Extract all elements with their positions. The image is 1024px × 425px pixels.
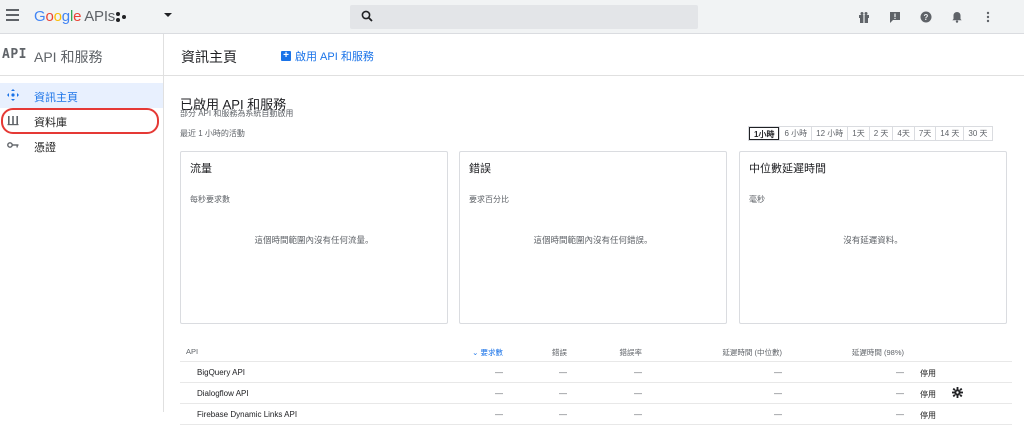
range-30d[interactable]: 30 天 <box>963 127 991 140</box>
card-empty-message: 這個時間範圍內沒有任何錯誤。 <box>533 235 653 245</box>
latency-median-value: — <box>774 389 782 398</box>
menu-icon[interactable] <box>6 9 20 23</box>
card-subtitle: 每秒要求數 <box>190 195 230 204</box>
card-subtitle: 要求百分比 <box>469 195 509 204</box>
page-title: 資訊主頁 <box>181 49 237 65</box>
sort-arrow-icon: ⌄ <box>472 348 481 357</box>
latency-card: 中位數延遲時間 毫秒 沒有延遲資料。 <box>739 151 1007 324</box>
api-name-link[interactable]: BigQuery API <box>197 368 245 377</box>
search-input[interactable] <box>382 8 682 26</box>
range-2d[interactable]: 2 天 <box>868 127 893 140</box>
latency-median-value: — <box>774 368 782 377</box>
nav-item-label: 資料庫 <box>34 117 67 129</box>
col-latency-median[interactable]: 延遲時間 (中位數) <box>694 347 782 358</box>
latency-98-value: — <box>896 389 904 398</box>
error-rate-value: — <box>634 368 642 377</box>
errors-value: — <box>559 389 567 398</box>
left-nav: API API 和服務 資訊主頁 資料庫 憑證 <box>0 34 164 412</box>
error-rate-value: — <box>634 389 642 398</box>
table-header: API ⌄ 要求數 錯誤 錯誤率 延遲時間 (中位數) 延遲時間 (98%) <box>180 341 1012 362</box>
api-logo: API <box>2 47 27 62</box>
card-subtitle: 毫秒 <box>749 195 765 204</box>
api-name-link[interactable]: Firebase Dynamic Links API <box>197 410 297 419</box>
key-icon <box>7 142 19 148</box>
section-subtitle: 部分 API 和服務為系統自動啟用 <box>180 109 294 118</box>
google-apis-logo[interactable]: Google APIs <box>34 8 115 25</box>
project-dropdown-chevron-icon[interactable] <box>164 13 172 17</box>
requests-value: — <box>495 410 503 419</box>
range-1d[interactable]: 1天 <box>847 127 868 140</box>
error-rate-value: — <box>634 410 642 419</box>
card-empty-message: 沒有延遲資料。 <box>843 235 903 245</box>
svg-text:?: ? <box>924 13 929 22</box>
top-icons: ? <box>856 9 996 25</box>
errors-card: 錯誤 要求百分比 這個時間範圍內沒有任何錯誤。 <box>459 151 727 324</box>
add-icon: + <box>281 51 291 61</box>
col-latency-98[interactable]: 延遲時間 (98%) <box>840 347 904 358</box>
recent-activity-label: 最近 1 小時的活動 <box>180 129 245 138</box>
time-range-selector: 1小時 6 小時 12 小時 1天 2 天 4天 7天 14 天 30 天 <box>748 126 993 141</box>
settings-gear-icon[interactable] <box>952 387 963 398</box>
range-14d[interactable]: 14 天 <box>935 127 963 140</box>
nav-item-library[interactable]: 資料庫 <box>0 108 163 133</box>
nav-item-credentials[interactable]: 憑證 <box>0 133 163 158</box>
enable-apis-button[interactable]: + 啟用 API 和服務 <box>281 48 374 64</box>
latency-98-value: — <box>896 410 904 419</box>
enable-apis-label: 啟用 API 和服務 <box>295 51 374 63</box>
table-row: Dialogflow API — — — — — 停用 <box>180 383 1012 404</box>
card-empty-message: 這個時間範圍內沒有任何流量。 <box>254 235 374 245</box>
col-error-rate[interactable]: 錯誤率 <box>606 347 643 358</box>
main-header: 資訊主頁 + 啟用 API 和服務 <box>164 34 1024 76</box>
gift-icon[interactable] <box>856 9 872 25</box>
search-icon <box>361 10 373 22</box>
nav-item-label: 資訊主頁 <box>34 92 78 104</box>
feedback-icon[interactable] <box>887 9 903 25</box>
disable-button[interactable]: 停用 <box>920 389 936 400</box>
range-7d[interactable]: 7天 <box>913 127 935 140</box>
errors-value: — <box>559 368 567 377</box>
col-errors[interactable]: 錯誤 <box>535 347 567 358</box>
range-6h[interactable]: 6 小時 <box>779 127 811 140</box>
more-vert-icon[interactable] <box>980 9 996 25</box>
range-12h[interactable]: 12 小時 <box>811 127 847 140</box>
nav-title: API 和服務 <box>34 49 103 65</box>
col-api[interactable]: API <box>186 347 198 356</box>
card-title: 錯誤 <box>469 163 491 175</box>
latency-98-value: — <box>896 368 904 377</box>
top-app-bar: Google APIs ? <box>0 0 1024 34</box>
range-1h[interactable]: 1小時 <box>749 127 780 140</box>
nav-item-label: 憑證 <box>34 142 56 154</box>
library-icon <box>7 116 19 126</box>
api-table: API ⌄ 要求數 錯誤 錯誤率 延遲時間 (中位數) 延遲時間 (98%) B… <box>180 341 1012 425</box>
table-row: Firebase Dynamic Links API — — — — — 停用 <box>180 404 1012 425</box>
notifications-icon[interactable] <box>949 9 965 25</box>
card-title: 中位數延遲時間 <box>749 163 826 175</box>
disable-button[interactable]: 停用 <box>920 368 936 379</box>
dashboard-icon <box>7 89 19 101</box>
requests-value: — <box>495 368 503 377</box>
nav-list: 資訊主頁 資料庫 憑證 <box>0 76 163 158</box>
nav-header: API API 和服務 <box>0 34 163 76</box>
latency-median-value: — <box>774 410 782 419</box>
card-title: 流量 <box>190 163 212 175</box>
range-4d[interactable]: 4天 <box>892 127 913 140</box>
errors-value: — <box>559 410 567 419</box>
api-name-link[interactable]: Dialogflow API <box>197 389 249 398</box>
nav-item-dashboard[interactable]: 資訊主頁 <box>0 83 163 108</box>
requests-value: — <box>495 389 503 398</box>
search-bar[interactable] <box>350 5 698 29</box>
project-icon[interactable] <box>114 10 128 24</box>
col-requests[interactable]: ⌄ 要求數 <box>469 347 503 358</box>
traffic-card: 流量 每秒要求數 這個時間範圍內沒有任何流量。 <box>180 151 448 324</box>
help-icon[interactable]: ? <box>918 9 934 25</box>
table-row: BigQuery API — — — — — 停用 <box>180 362 1012 383</box>
